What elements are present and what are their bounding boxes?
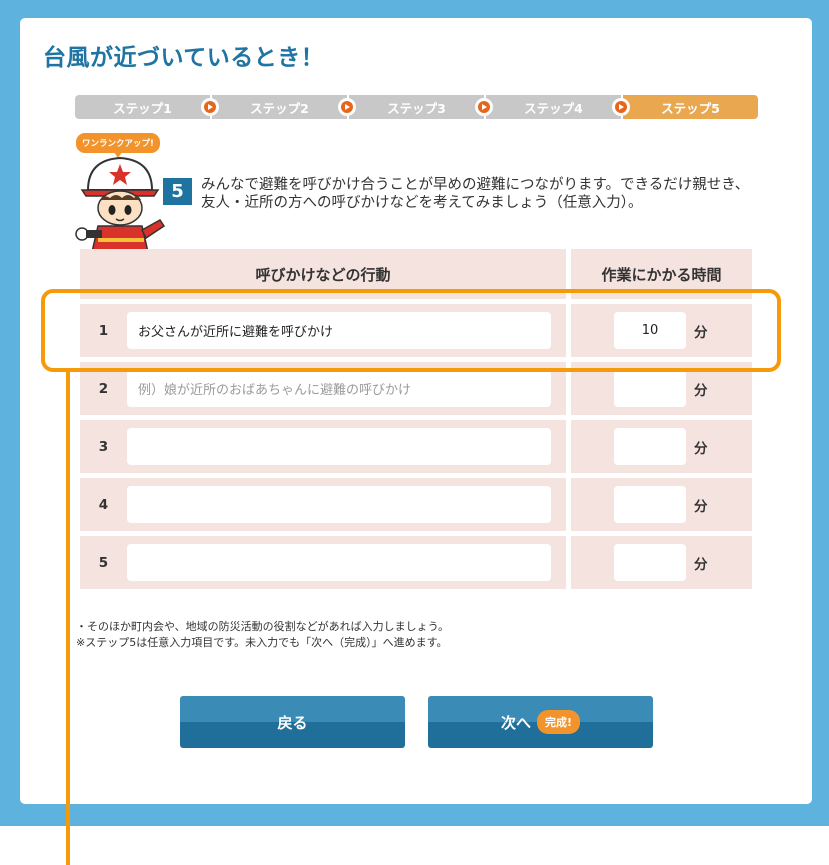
table-row: 2 例）娘が近所のおばあちゃんに避難の呼びかけ 分 <box>80 362 752 415</box>
header-time: 作業にかかる時間 <box>571 249 752 299</box>
action-input-1[interactable]: お父さんが近所に避難を呼びかけ <box>127 312 551 349</box>
step-2: ステップ2 <box>212 95 356 119</box>
minutes-input-3[interactable] <box>614 428 686 465</box>
row-number: 2 <box>98 380 109 397</box>
table-header: 呼びかけなどの行動 作業にかかる時間 <box>80 249 752 299</box>
minutes-unit: 分 <box>694 324 708 341</box>
minutes-unit: 分 <box>694 382 708 399</box>
minutes-unit: 分 <box>694 556 708 573</box>
page-title: 台風が近づいているとき！ <box>43 45 325 71</box>
complete-badge: 完成! <box>536 710 581 734</box>
table-row: 1 お父さんが近所に避難を呼びかけ 10 分 <box>80 304 752 357</box>
step-arrow-icon <box>475 98 493 116</box>
action-input-4[interactable] <box>127 486 551 523</box>
minutes-input-1[interactable]: 10 <box>614 312 686 349</box>
table-row: 5 分 <box>80 536 752 589</box>
step-1-label: ステップ1 <box>113 100 172 116</box>
highlight-pointer-line <box>66 371 70 865</box>
step-4-label: ステップ4 <box>524 100 583 116</box>
step-3-label: ステップ3 <box>387 100 446 116</box>
note-1: ・そのほか町内会や、地域の防災活動の役割などがあれば入力しましょう。 <box>76 620 450 633</box>
row-number: 3 <box>98 438 109 455</box>
notes: ・そのほか町内会や、地域の防災活動の役割などがあれば入力しましょう。 ※ステップ… <box>76 619 449 651</box>
minutes-input-5[interactable] <box>614 544 686 581</box>
action-table: 呼びかけなどの行動 作業にかかる時間 1 お父さんが近所に避難を呼びかけ 10 … <box>80 249 752 589</box>
step-2-label: ステップ2 <box>250 100 309 116</box>
back-button[interactable]: 戻る <box>180 696 405 748</box>
row-number: 1 <box>98 322 109 339</box>
step-progress: ステップ1 ステップ2 ステップ3 ステップ4 ステップ5 <box>75 95 758 119</box>
minutes-unit: 分 <box>694 498 708 515</box>
minutes-input-2[interactable] <box>614 370 686 407</box>
row-number: 4 <box>98 496 109 513</box>
minutes-input-4[interactable] <box>614 486 686 523</box>
step-arrow-icon <box>612 98 630 116</box>
firefighter-mascot-icon <box>75 156 166 252</box>
header-action: 呼びかけなどの行動 <box>80 249 566 299</box>
table-row: 4 分 <box>80 478 752 531</box>
step-arrow-icon <box>201 98 219 116</box>
step-5-label: ステップ5 <box>661 100 720 116</box>
back-button-label: 戻る <box>277 713 308 732</box>
step-arrow-icon <box>338 98 356 116</box>
minutes-unit: 分 <box>694 440 708 457</box>
action-input-2[interactable]: 例）娘が近所のおばあちゃんに避難の呼びかけ <box>127 370 551 407</box>
step-5: ステップ5 <box>623 95 758 119</box>
action-input-5[interactable] <box>127 544 551 581</box>
next-button[interactable]: 次へ 完成! <box>428 696 653 748</box>
step-4: ステップ4 <box>486 95 630 119</box>
section-description: みんなで避難を呼びかけ合うことが早めの避難につながります。できるだけ親せき、友人… <box>201 177 750 211</box>
step-1: ステップ1 <box>75 95 219 119</box>
section-number: 5 <box>163 178 192 205</box>
action-input-3[interactable] <box>127 428 551 465</box>
table-row: 3 分 <box>80 420 752 473</box>
row-number: 5 <box>98 554 109 571</box>
next-button-label: 次へ <box>500 713 531 732</box>
note-2: ※ステップ5は任意入力項目です。未入力でも「次へ（完成）」へ進めます。 <box>76 636 448 649</box>
step-3: ステップ3 <box>349 95 493 119</box>
